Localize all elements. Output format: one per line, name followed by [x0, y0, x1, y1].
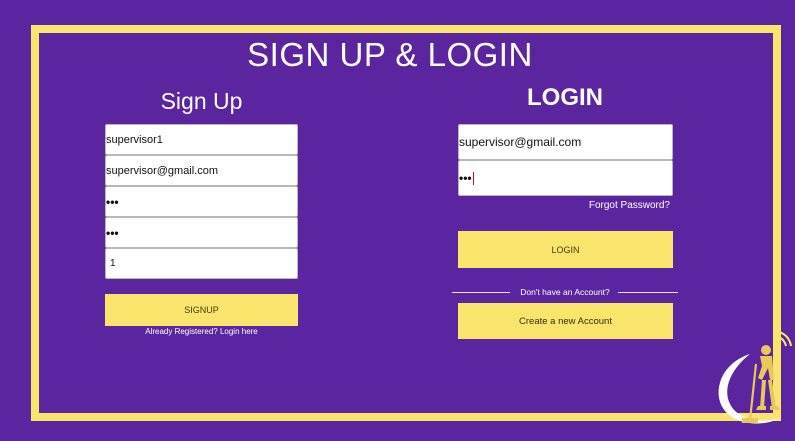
no-account-text: Don't have an Account? [520, 287, 610, 297]
no-account-divider: Don't have an Account? [452, 286, 678, 298]
page-title: SIGN UP & LOGIN [247, 36, 533, 73]
signup-email-field[interactable]: supervisor@gmail.com [105, 155, 298, 186]
create-account-button[interactable]: Create a new Account [458, 303, 673, 339]
signup-number-field[interactable]: 1 [105, 248, 298, 279]
text-caret [472, 171, 474, 185]
signup-username-value: supervisor1 [106, 133, 163, 146]
cleaner-mopping-icon [718, 330, 792, 424]
mop-icon [742, 363, 758, 423]
login-email-value: supervisor@gmail.com [459, 135, 582, 149]
signup-password-field[interactable]: ••• [105, 186, 298, 217]
login-here-link[interactable]: Already Registered? Login here [105, 327, 298, 336]
signup-username-field[interactable]: supervisor1 [105, 124, 298, 155]
forgot-password-link[interactable]: Forgot Password? [560, 200, 670, 211]
login-email-field[interactable]: supervisor@gmail.com [458, 124, 673, 160]
signup-confirm-password-field[interactable]: ••• [105, 217, 298, 248]
signup-button[interactable]: SIGNUP [105, 294, 298, 326]
login-password-field[interactable]: ••• [458, 160, 673, 196]
wifi-signal-icon [775, 330, 792, 347]
login-button[interactable]: LOGIN [458, 231, 673, 268]
cleaner-figure [756, 345, 780, 410]
login-password-mask: ••• [459, 171, 472, 185]
signup-password-mask: ••• [106, 194, 119, 209]
signup-confirm-password-mask: ••• [106, 225, 119, 240]
signup-title: Sign Up [160, 88, 243, 114]
signup-email-value: supervisor@gmail.com [106, 164, 219, 177]
login-title: LOGIN [527, 84, 603, 111]
signup-number-value: 1 [110, 258, 116, 269]
